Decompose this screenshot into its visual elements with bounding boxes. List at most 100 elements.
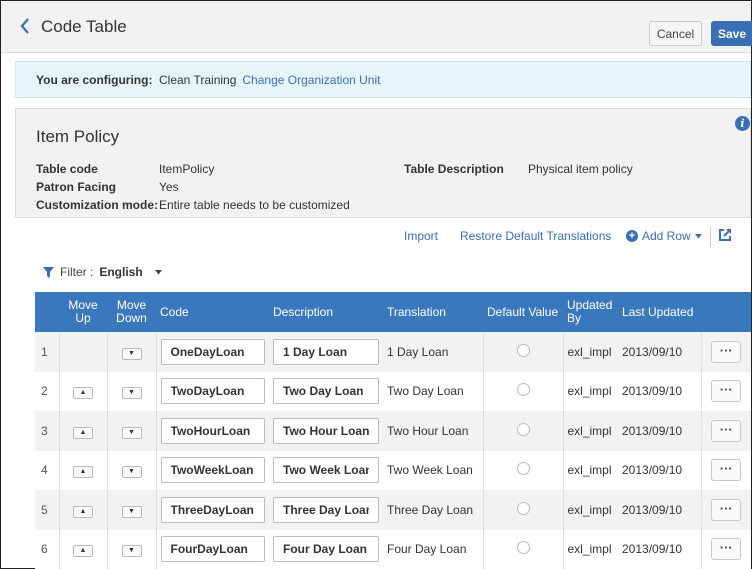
code-cell — [155, 529, 269, 569]
description-cell — [269, 490, 383, 530]
move-down-button[interactable]: ▼ — [121, 426, 142, 439]
code-input[interactable] — [160, 457, 265, 484]
row-number: 5 — [35, 490, 59, 530]
table-row: 4 ▲ ▼ Two Week Loan exl_impl 2013/09/10 … — [35, 450, 751, 490]
plus-circle-icon: + — [626, 230, 638, 242]
updated-by-header[interactable]: Updated By — [563, 292, 618, 332]
description-input[interactable] — [273, 378, 379, 405]
row-actions-ellipsis-button[interactable]: ··· — [711, 340, 742, 363]
page-title: Code Table — [41, 17, 127, 36]
move-up-button[interactable]: ▲ — [73, 426, 93, 439]
default-value-radio[interactable] — [516, 422, 530, 436]
row-number: 3 — [35, 411, 59, 451]
code-input[interactable] — [160, 536, 265, 563]
caret-down-icon — [154, 269, 162, 274]
code-input[interactable] — [160, 378, 265, 405]
description-input[interactable] — [273, 417, 379, 444]
actions-cell: ··· — [700, 529, 751, 569]
description-cell — [269, 450, 383, 490]
updated-by-cell: exl_impl — [562, 411, 618, 451]
move-up-cell: ▲ — [58, 450, 107, 490]
move-up-cell: ▲ — [58, 529, 107, 569]
translation-cell: Four Day Loan — [383, 529, 483, 569]
translation-cell: Two Day Loan — [383, 371, 483, 411]
save-button[interactable]: Save — [711, 21, 752, 46]
add-row-label: Add Row — [642, 229, 691, 243]
code-input[interactable] — [160, 496, 265, 523]
last-updated-header[interactable]: Last Updated — [618, 292, 701, 332]
last-updated-cell: 2013/09/10 — [618, 411, 701, 451]
code-cell — [155, 490, 269, 530]
move-down-cell: ▼ — [106, 332, 156, 372]
table-code-label: Table code — [36, 162, 98, 176]
code-input[interactable] — [160, 417, 265, 444]
row-actions-ellipsis-button[interactable]: ··· — [711, 459, 742, 482]
updated-by-cell: exl_impl — [562, 529, 618, 569]
last-updated-cell: 2013/09/10 — [618, 371, 701, 411]
code-table: Move Up Move Down Code Description Trans… — [35, 292, 751, 569]
translation-cell: Three Day Loan — [383, 490, 483, 530]
description-input[interactable] — [273, 536, 379, 563]
description-cell — [269, 529, 383, 569]
move-down-button[interactable]: ▼ — [121, 387, 142, 400]
translation-header[interactable]: Translation — [383, 292, 483, 332]
move-up-button[interactable]: ▲ — [73, 387, 93, 400]
default-value-radio[interactable] — [516, 383, 530, 397]
move-down-cell: ▼ — [106, 450, 156, 490]
import-link[interactable]: Import — [404, 229, 438, 243]
code-cell — [155, 411, 269, 451]
move-down-cell: ▼ — [106, 490, 156, 530]
actions-cell: ··· — [700, 411, 751, 451]
move-down-button[interactable]: ▼ — [121, 466, 142, 479]
description-input[interactable] — [273, 457, 379, 484]
description-header[interactable]: Description — [269, 292, 383, 332]
row-actions-ellipsis-button[interactable]: ··· — [711, 538, 742, 561]
info-icon[interactable]: i — [735, 116, 750, 131]
default-value-radio[interactable] — [516, 541, 530, 555]
change-organization-unit-link[interactable]: Change Organization Unit — [242, 73, 380, 87]
patron-facing-label: Patron Facing — [36, 180, 117, 194]
code-header[interactable]: Code — [156, 292, 269, 332]
item-policy-title: Item Policy — [36, 127, 120, 146]
row-actions-ellipsis-button[interactable]: ··· — [711, 419, 742, 442]
patron-facing-value: Yes — [159, 180, 179, 194]
translation-cell: 1 Day Loan — [383, 332, 483, 372]
code-input[interactable] — [160, 338, 265, 365]
description-input[interactable] — [273, 496, 379, 523]
move-up-button[interactable]: ▲ — [73, 505, 93, 518]
default-value-cell — [482, 529, 563, 569]
description-input[interactable] — [273, 338, 379, 365]
table-row: 1 ▼ 1 Day Loan exl_impl 2013/09/10 ··· — [35, 332, 751, 372]
move-down-header: Move Down — [107, 292, 156, 332]
add-row-dropdown[interactable]: + Add Row — [626, 229, 702, 243]
filter-value: English — [99, 265, 143, 279]
default-value-radio[interactable] — [516, 343, 530, 357]
row-actions-ellipsis-button[interactable]: ··· — [711, 380, 742, 403]
default-value-radio[interactable] — [516, 501, 530, 515]
last-updated-cell: 2013/09/10 — [618, 529, 701, 569]
updated-by-cell: exl_impl — [562, 371, 618, 411]
customization-mode-value: Entire table needs to be customized — [159, 198, 350, 212]
row-number: 1 — [35, 332, 59, 372]
default-value-cell — [482, 490, 563, 530]
move-up-button[interactable]: ▲ — [73, 466, 93, 479]
move-down-cell: ▼ — [106, 411, 156, 451]
caret-down-icon — [694, 233, 702, 238]
language-filter[interactable]: Filter : English — [43, 265, 162, 279]
table-row: 2 ▲ ▼ Two Day Loan exl_impl 2013/09/10 ·… — [35, 371, 751, 411]
row-actions-ellipsis-button[interactable]: ··· — [711, 498, 742, 521]
table-code-value: ItemPolicy — [159, 162, 215, 176]
cancel-button[interactable]: Cancel — [649, 21, 702, 46]
default-value-radio[interactable] — [516, 462, 530, 476]
customization-mode-label: Customization mode: — [36, 198, 158, 212]
last-updated-cell: 2013/09/10 — [618, 332, 701, 372]
move-up-button[interactable]: ▲ — [73, 545, 93, 558]
restore-default-translations-link[interactable]: Restore Default Translations — [460, 229, 611, 243]
back-chevron-icon[interactable] — [15, 15, 35, 37]
move-down-button[interactable]: ▼ — [121, 347, 142, 360]
move-down-button[interactable]: ▼ — [121, 505, 142, 518]
move-down-button[interactable]: ▼ — [121, 545, 142, 558]
open-in-new-window-icon[interactable] — [718, 228, 732, 242]
default-value-header[interactable]: Default Value — [483, 292, 563, 332]
table-row: 5 ▲ ▼ Three Day Loan exl_impl 2013/09/10… — [35, 490, 751, 530]
